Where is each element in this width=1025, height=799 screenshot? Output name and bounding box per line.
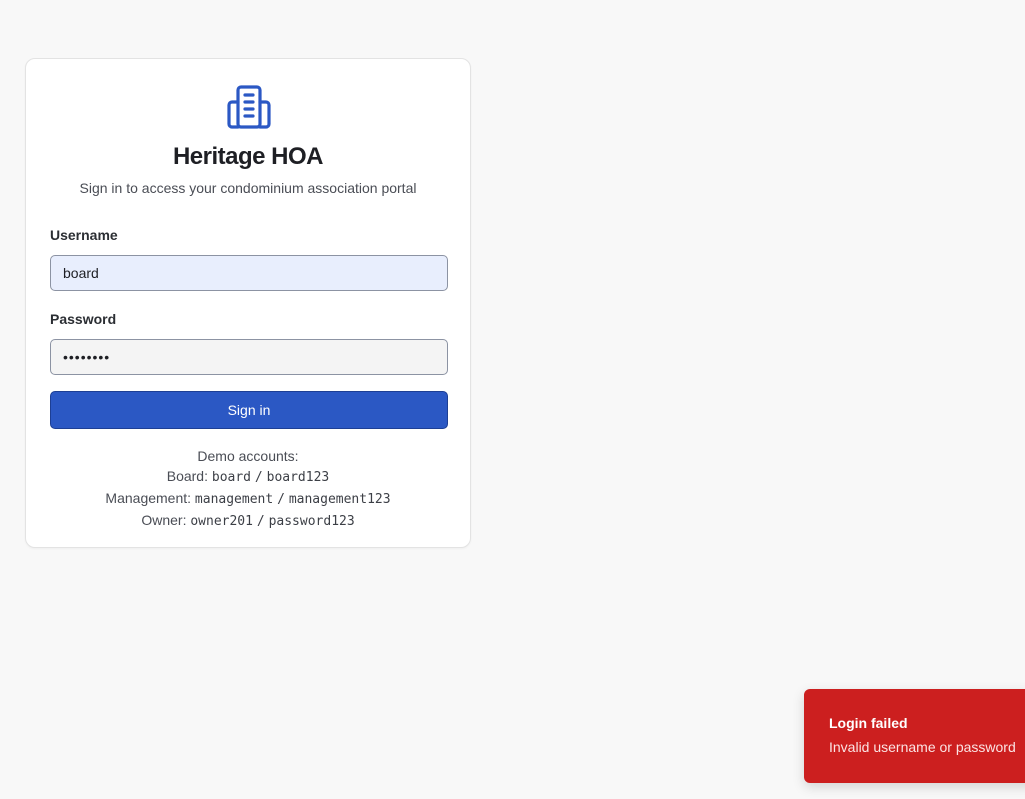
demo-account-role: Management: [105,490,192,506]
building-icon [227,85,271,129]
demo-account-role: Owner: [141,512,187,528]
demo-account-username: management [194,492,274,507]
demo-account-password: password123 [268,514,355,529]
toast-title: Login failed [829,715,908,731]
page-subtitle: Sign in to access your condominium assoc… [79,180,417,196]
demo-account-row: Management: management / management123 [26,488,470,510]
password-field[interactable] [50,339,448,375]
demo-account-row: Board: board / board123 [26,466,470,488]
demo-accounts: Demo accounts: Board: board / board123 M… [26,446,470,532]
demo-accounts-heading: Demo accounts: [197,448,299,464]
demo-account-separator: / [277,492,285,507]
demo-account-password: board123 [266,470,330,485]
username-field[interactable] [50,255,448,291]
demo-account-password: management123 [288,492,391,507]
demo-account-separator: / [256,514,265,529]
login-card: Heritage HOA Sign in to access your cond… [25,58,471,548]
password-label: Password [50,311,117,327]
demo-account-separator: / [254,470,263,485]
sign-in-button[interactable]: Sign in [50,391,448,429]
demo-account-username: owner201 [190,514,253,529]
toast-message: Invalid username or password [829,739,1016,755]
demo-account-role: Board: [166,468,208,484]
username-label: Username [50,227,118,243]
page-title: Heritage HOA [172,143,324,170]
demo-account-username: board [211,470,252,485]
demo-account-row: Owner: owner201 / password123 [26,510,470,532]
error-toast[interactable]: Login failed Invalid username or passwor… [804,689,1025,783]
